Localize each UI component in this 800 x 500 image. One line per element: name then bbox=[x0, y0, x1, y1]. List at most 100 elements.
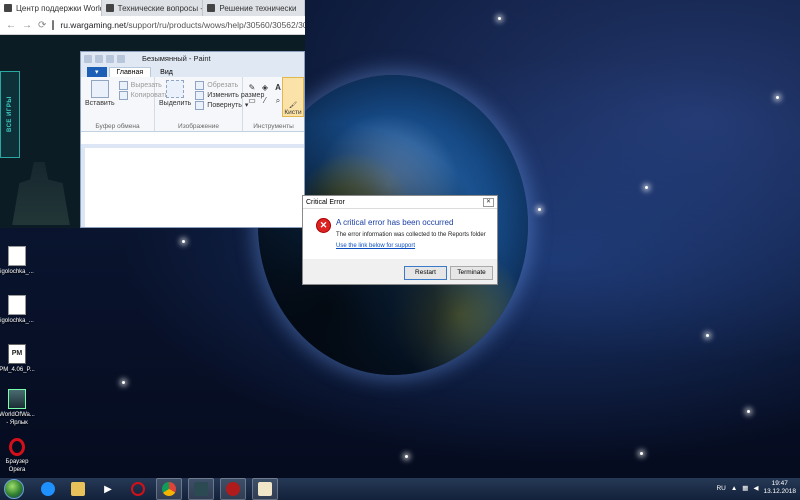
desktop-icon-label: igolochka_... bbox=[0, 269, 34, 275]
undo-icon[interactable] bbox=[106, 54, 114, 63]
desktop-icon-world-of-warships[interactable]: WorldOfWa... - Ярлык bbox=[0, 389, 35, 427]
play-icon: ▶ bbox=[104, 483, 112, 495]
language-indicator[interactable]: RU bbox=[716, 485, 725, 492]
star bbox=[640, 452, 643, 455]
error-icon: ✕ bbox=[317, 219, 330, 232]
url-path: /support/ru/products/wows/help/30560/305… bbox=[126, 20, 305, 30]
star bbox=[747, 410, 750, 413]
start-button[interactable] bbox=[4, 479, 24, 499]
taskbar-ie[interactable] bbox=[36, 479, 60, 499]
show-hidden-icons-icon[interactable]: ▲ bbox=[731, 485, 737, 492]
taskbar-media-player[interactable]: ▶ bbox=[96, 479, 120, 499]
brush-icon: 🖌 bbox=[288, 102, 298, 109]
canvas-area bbox=[81, 144, 304, 227]
close-icon[interactable]: ✕ bbox=[483, 197, 494, 207]
chrome-icon bbox=[162, 482, 176, 496]
wargaming-center-icon bbox=[226, 482, 240, 496]
paint-ribbon: Вставить Вырезать Копировать Буфер обмен… bbox=[81, 77, 304, 132]
lock-icon[interactable] bbox=[52, 20, 55, 30]
desktop-icon-pm[interactable]: PM PM_4.06_P... bbox=[0, 344, 35, 374]
reload-icon[interactable]: ⟳ bbox=[38, 20, 46, 31]
document-icon bbox=[8, 246, 26, 266]
volume-icon[interactable]: ◀ bbox=[753, 484, 758, 492]
url-text[interactable]: ru.wargaming.net/support/ru/products/wow… bbox=[60, 20, 305, 30]
all-games-button[interactable]: ВСЕ ИГРЫ bbox=[0, 71, 20, 158]
desktop-icon-label: igolochka_... bbox=[0, 318, 34, 324]
support-link[interactable]: Use the link below for support bbox=[336, 243, 415, 249]
file-menu-button[interactable]: ▾ bbox=[87, 67, 107, 77]
tab-label: Решение технически bbox=[219, 3, 297, 13]
desktop-icon-label: WorldOfWa... - Ярлык bbox=[0, 412, 35, 426]
clock-time: 19:47 bbox=[771, 480, 788, 487]
clipboard-group-label: Буфер обмена bbox=[95, 123, 140, 130]
paste-label: Вставить bbox=[85, 100, 115, 107]
taskbar-world-of-warships[interactable] bbox=[188, 478, 214, 500]
brushes-button[interactable]: 🖌 Кисти bbox=[282, 77, 304, 117]
fill-icon[interactable]: ◈ bbox=[260, 83, 270, 93]
opera-icon bbox=[131, 482, 145, 496]
clock-date: 13.12.2018 bbox=[763, 488, 796, 495]
taskbar-wargaming-center[interactable] bbox=[220, 478, 246, 500]
paste-icon bbox=[90, 80, 109, 98]
tools-group-label: Инструменты bbox=[253, 123, 294, 130]
taskbar-opera[interactable] bbox=[126, 479, 150, 499]
paint-titlebar[interactable]: Безымянный - Paint bbox=[81, 52, 304, 65]
back-icon[interactable]: ← bbox=[6, 20, 16, 31]
tab-label: Технические вопросы - Офиц bbox=[117, 3, 204, 13]
image-group: Выделить Обрезать Изменить размер Поверн… bbox=[155, 77, 264, 131]
scissors-icon bbox=[118, 80, 128, 90]
taskbar-explorer[interactable] bbox=[66, 479, 90, 499]
wargaming-icon bbox=[4, 4, 12, 12]
terminate-button[interactable]: Terminate bbox=[450, 266, 493, 280]
browser-tab[interactable]: Решение технически bbox=[203, 0, 305, 16]
color-picker-icon[interactable]: ⁄ bbox=[260, 96, 270, 106]
address-bar[interactable]: ← → ⟳ ru.wargaming.net/support/ru/produc… bbox=[0, 16, 305, 35]
pencil-icon[interactable]: ✎ bbox=[247, 83, 257, 93]
desktop-icon-igolochka-1[interactable]: igolochka_... bbox=[0, 246, 34, 276]
opera-icon bbox=[9, 438, 25, 456]
document-icon bbox=[8, 295, 26, 315]
desktop-icon-igolochka-2[interactable]: igolochka_... bbox=[0, 295, 34, 325]
clock[interactable]: 19:47 13.12.2018 bbox=[763, 480, 796, 496]
redo-icon[interactable] bbox=[117, 54, 125, 63]
star bbox=[538, 208, 541, 211]
copy-icon bbox=[118, 90, 128, 100]
browser-tab[interactable]: Технические вопросы - Офиц bbox=[102, 0, 204, 16]
eraser-icon[interactable]: ▭ bbox=[247, 96, 257, 106]
desktop-icon-opera[interactable]: Браузер Opera bbox=[0, 438, 34, 474]
paint-icon bbox=[258, 482, 272, 496]
network-icon[interactable]: ▦ bbox=[742, 484, 748, 492]
wargaming-icon bbox=[105, 4, 114, 12]
desktop-icon-label: Браузер Opera bbox=[5, 459, 29, 473]
select-icon bbox=[166, 80, 185, 98]
dialog-title: Critical Error bbox=[306, 198, 345, 206]
rotate-label: Повернуть bbox=[207, 101, 242, 109]
star bbox=[405, 455, 408, 458]
star bbox=[498, 17, 501, 20]
dialog-titlebar[interactable]: Critical Error ✕ bbox=[303, 196, 497, 209]
tab-view[interactable]: Вид bbox=[153, 68, 180, 77]
error-message: The error information was collected to t… bbox=[336, 232, 486, 238]
forward-icon[interactable]: → bbox=[22, 20, 32, 31]
drawing-canvas[interactable] bbox=[85, 148, 304, 227]
tab-home[interactable]: Главная bbox=[108, 67, 152, 77]
image-group-label: Изображение bbox=[178, 123, 219, 130]
clipboard-group: Вставить Вырезать Копировать Буфер обмен… bbox=[81, 77, 168, 131]
critical-error-dialog: Critical Error ✕ ✕ A critical error has … bbox=[302, 195, 498, 285]
rotate-icon bbox=[195, 100, 205, 110]
restart-button[interactable]: Restart bbox=[404, 266, 447, 280]
star bbox=[182, 240, 185, 243]
save-icon[interactable] bbox=[95, 54, 103, 63]
paint-app-icon bbox=[84, 54, 92, 63]
browser-tab[interactable]: Центр поддержки World of Wa bbox=[0, 0, 102, 16]
taskbar-paint[interactable] bbox=[252, 478, 278, 500]
world-of-warships-icon bbox=[194, 482, 208, 496]
taskbar-chrome[interactable] bbox=[156, 478, 182, 500]
url-host: ru.wargaming.net bbox=[60, 20, 127, 30]
folder-icon bbox=[71, 482, 85, 496]
resize-icon bbox=[195, 90, 205, 100]
crop-label: Обрезать bbox=[207, 81, 239, 89]
dialog-body: ✕ A critical error has been occurred The… bbox=[303, 209, 497, 259]
error-heading: A critical error has been occurred bbox=[336, 218, 454, 227]
taskbar: ▶ RU ▲ ▦ ◀ 19:47 13.12.2018 bbox=[0, 478, 800, 500]
